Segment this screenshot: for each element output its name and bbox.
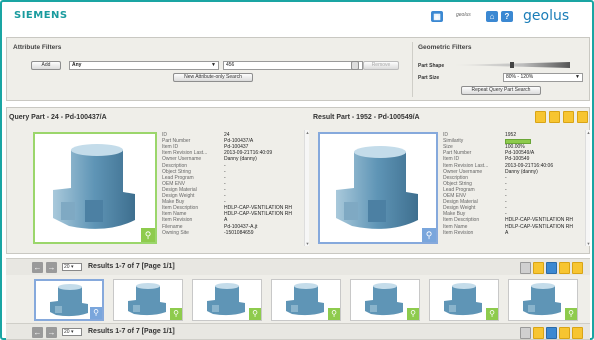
attribute-select-value: Any <box>72 62 82 68</box>
book-icon[interactable]: ▦ <box>431 11 443 22</box>
folder-icon[interactable] <box>535 111 546 123</box>
scroll-up-icon[interactable]: ▲ <box>305 130 310 135</box>
zoom-icon[interactable]: ⚲ <box>407 308 419 320</box>
part-model-image <box>53 144 135 229</box>
folder-view-icon[interactable] <box>533 262 544 274</box>
large-grid-icon[interactable] <box>572 327 583 339</box>
export-icon[interactable] <box>577 111 588 123</box>
page-size-select[interactable]: 20 ▾ <box>62 328 82 336</box>
panel-divider <box>412 42 413 97</box>
attribute-filters-title: Attribute Filters <box>13 44 62 51</box>
property-value: -1501084659 <box>224 229 254 236</box>
chevron-down-icon: ▼ <box>575 74 580 80</box>
result-thumbnail[interactable]: ⚲ <box>271 279 341 321</box>
zoom-icon[interactable]: ⚲ <box>170 308 182 320</box>
search-value-input[interactable]: 456 <box>223 61 363 70</box>
grid-view-icon[interactable] <box>559 262 570 274</box>
property-value: Danny (danny) <box>505 168 538 175</box>
zoom-icon[interactable]: ⚲ <box>90 307 102 319</box>
chevron-down-icon: ▼ <box>211 62 216 68</box>
property-value: Danny (danny) <box>224 156 257 163</box>
query-part-thumbnail[interactable]: ⚲ <box>33 132 157 244</box>
scroll-down-icon[interactable]: ▼ <box>305 241 310 246</box>
compare-panel: Query Part - 24 - Pd-100437/A Result Par… <box>6 107 590 254</box>
list-view-icon[interactable] <box>520 262 531 274</box>
page-size-select[interactable]: 20 ▾ <box>62 263 82 271</box>
scroll-up-icon[interactable]: ▲ <box>586 130 591 135</box>
result-thumbnail[interactable]: ⚲ <box>429 279 499 321</box>
property-label: Item Revision <box>443 229 474 236</box>
part-size-label: Part Size <box>418 75 440 81</box>
part-shape-slider[interactable] <box>452 62 570 68</box>
part-size-select[interactable]: 80% - 120% ▼ <box>503 73 583 82</box>
value-picker-button[interactable] <box>351 61 359 70</box>
remove-button[interactable]: Remove <box>363 61 399 70</box>
filter-panel: Attribute Filters Add Any ▼ 456 Remove N… <box>6 37 590 101</box>
siemens-logo: SIEMENS <box>14 10 68 21</box>
zoom-icon[interactable]: ⚲ <box>486 308 498 320</box>
download-icon[interactable] <box>549 111 560 123</box>
zoom-icon[interactable]: ⚲ <box>422 228 436 242</box>
similarity-bar <box>505 138 531 144</box>
geolus-small-logo: geolus <box>456 12 471 18</box>
property-value: HDLP-CAP-VENTILATION RH <box>224 211 292 218</box>
results-thumbnail-strip: ⚲ ⚲ ⚲ ⚲ ⚲ ⚲ ⚲ <box>6 275 590 325</box>
property-value: HDLP-CAP-VENTILATION RH <box>505 223 573 230</box>
results-summary: Results 1-7 of 7 [Page 1/1] <box>88 263 175 270</box>
folder-view-icon[interactable] <box>533 327 544 339</box>
result-part-thumbnail[interactable]: ⚲ <box>318 132 438 244</box>
zoom-icon[interactable]: ⚲ <box>249 308 261 320</box>
result-thumbnail[interactable]: ⚲ <box>508 279 578 321</box>
geometric-filters-title: Geometric Filters <box>418 44 472 51</box>
add-button[interactable]: Add <box>31 61 61 70</box>
query-props-scrollbar[interactable]: ▲ ▼ <box>304 130 309 246</box>
property-value: 1952 <box>505 132 517 138</box>
result-part-title: Result Part - 1952 - Pd-100549/A <box>313 114 420 121</box>
result-properties: ID 1952 Similarity Size 100.00% Part Number Pd… <box>443 132 583 242</box>
attribute-select[interactable]: Any ▼ <box>69 61 219 70</box>
app-frame: SIEMENS ▦ geolus ⌂ ? geolus Attribute Fi… <box>0 0 594 340</box>
list-view-icon[interactable] <box>520 327 531 339</box>
page-size-value: 20 <box>64 329 70 335</box>
query-part-title: Query Part - 24 - Pd-100437/A <box>9 114 107 121</box>
download-icon[interactable] <box>546 327 557 339</box>
result-props-scrollbar[interactable]: ▲ ▼ <box>585 130 590 246</box>
prev-page-icon[interactable]: ← <box>32 262 43 273</box>
similarity-fill <box>506 139 530 143</box>
scroll-down-icon[interactable]: ▼ <box>586 241 591 246</box>
next-page-icon[interactable]: → <box>46 262 57 273</box>
result-thumbnail[interactable]: ⚲ <box>113 279 183 321</box>
download-icon[interactable] <box>546 262 557 274</box>
result-thumbnail[interactable]: ⚲ <box>350 279 420 321</box>
zoom-icon[interactable]: ⚲ <box>565 308 577 320</box>
compare-icon[interactable] <box>563 111 574 123</box>
part-shape-label: Part Shape <box>418 63 445 69</box>
results-toolbar-bottom: ← → 20 ▾ Results 1-7 of 7 [Page 1/1] <box>6 323 590 340</box>
result-thumbnail[interactable]: ⚲ <box>34 279 104 321</box>
property-label: Owning Site <box>162 229 189 236</box>
grid-view-icon[interactable] <box>559 327 570 339</box>
part-size-value: 80% - 120% <box>506 74 534 80</box>
results-toolbar-top: ← → 20 ▾ Results 1-7 of 7 [Page 1/1] <box>6 258 590 276</box>
zoom-icon[interactable]: ⚲ <box>328 308 340 320</box>
large-grid-icon[interactable] <box>572 262 583 274</box>
zoom-icon[interactable]: ⚲ <box>141 228 155 242</box>
result-thumbnail[interactable]: ⚲ <box>192 279 262 321</box>
results-summary: Results 1-7 of 7 [Page 1/1] <box>88 328 175 335</box>
query-properties: ID 24 Part Number Pd-100437/A Item ID Pd-1004… <box>162 132 302 242</box>
geolus-logo: geolus <box>523 8 570 24</box>
new-attribute-search-button[interactable]: New Attribute-only Search <box>173 73 253 82</box>
repeat-search-button[interactable]: Repeat Query Part Search <box>461 86 541 95</box>
property-value: A <box>505 229 509 236</box>
home-icon[interactable]: ⌂ <box>486 11 498 22</box>
app-header: SIEMENS ▦ geolus ⌂ ? geolus <box>6 5 590 27</box>
page-size-value: 20 <box>64 264 70 270</box>
help-icon[interactable]: ? <box>501 11 513 22</box>
prev-page-icon[interactable]: ← <box>32 327 43 338</box>
next-page-icon[interactable]: → <box>46 327 57 338</box>
part-model-image <box>336 146 418 229</box>
